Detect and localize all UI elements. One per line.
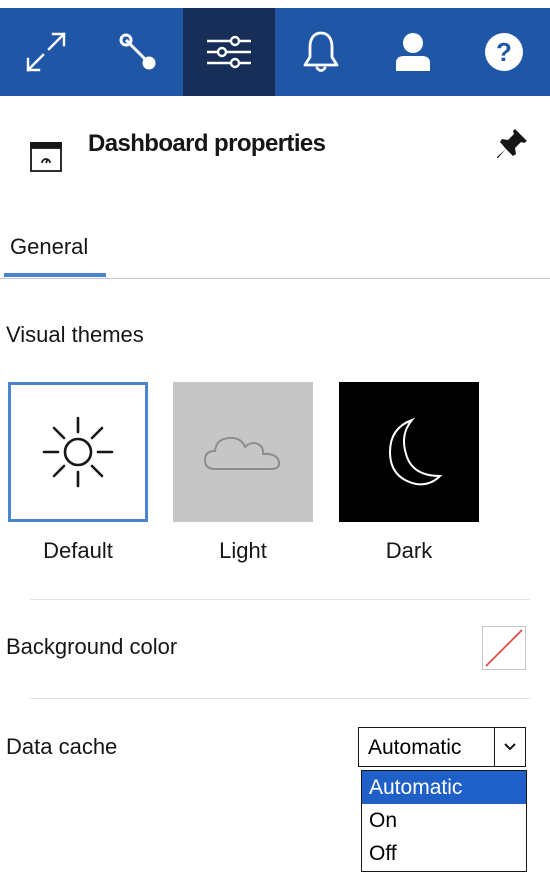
connection-button[interactable] (92, 8, 184, 96)
data-cache-selected-value: Automatic (368, 736, 462, 759)
theme-card-default[interactable] (8, 382, 148, 522)
help-button[interactable]: ? (458, 8, 550, 96)
help-icon: ? (485, 33, 524, 71)
dashboard-icon (30, 142, 62, 172)
sun-icon (42, 416, 114, 488)
theme-option-dark[interactable]: Dark (339, 382, 479, 564)
properties-button[interactable] (183, 8, 276, 96)
connection-icon (119, 33, 155, 70)
theme-card-dark[interactable] (339, 382, 479, 522)
tab-active-indicator (4, 273, 106, 277)
expand-icon (26, 32, 66, 72)
top-toolbar: ? (0, 8, 550, 96)
divider (30, 698, 530, 699)
background-color-label: Background color (6, 634, 178, 659)
chevron-down-icon (504, 743, 516, 751)
theme-card-light[interactable] (173, 382, 313, 522)
dropdown-option-on[interactable]: On (362, 804, 526, 837)
dropdown-option-off[interactable]: Off (362, 837, 526, 870)
notifications-button[interactable] (275, 8, 367, 96)
svg-text:?: ? (496, 37, 512, 67)
tab-general-label: General (10, 234, 89, 259)
visual-themes-label: Visual themes (6, 322, 144, 347)
divider (30, 599, 530, 600)
no-color-icon (485, 629, 523, 667)
pin-icon[interactable] (494, 126, 530, 162)
data-cache-label: Data cache (6, 734, 118, 759)
tab-general[interactable]: General (4, 226, 106, 277)
panel-header: Dashboard properties (0, 96, 550, 196)
data-cache-dropdown: Automatic On Off (361, 770, 527, 872)
expand-button[interactable] (0, 8, 92, 96)
tab-bar: General (0, 226, 550, 279)
theme-picker: Default Light Dark (0, 382, 550, 572)
moon-icon (388, 417, 443, 486)
dropdown-option-automatic[interactable]: Automatic (362, 771, 526, 804)
theme-option-light[interactable]: Light (173, 382, 313, 564)
data-cache-select[interactable]: Automatic (358, 727, 526, 767)
select-arrow-button[interactable] (494, 728, 525, 766)
cloud-icon (203, 436, 281, 470)
sliders-icon (207, 35, 252, 69)
panel-title: Dashboard properties (88, 130, 326, 157)
theme-label-default: Default (43, 538, 113, 563)
user-icon (395, 33, 430, 71)
bell-icon (303, 31, 339, 72)
theme-label-dark: Dark (385, 538, 433, 563)
theme-option-default[interactable]: Default (8, 382, 148, 564)
theme-label-light: Light (219, 538, 267, 563)
background-color-swatch[interactable] (482, 626, 526, 670)
user-button[interactable] (367, 8, 459, 96)
